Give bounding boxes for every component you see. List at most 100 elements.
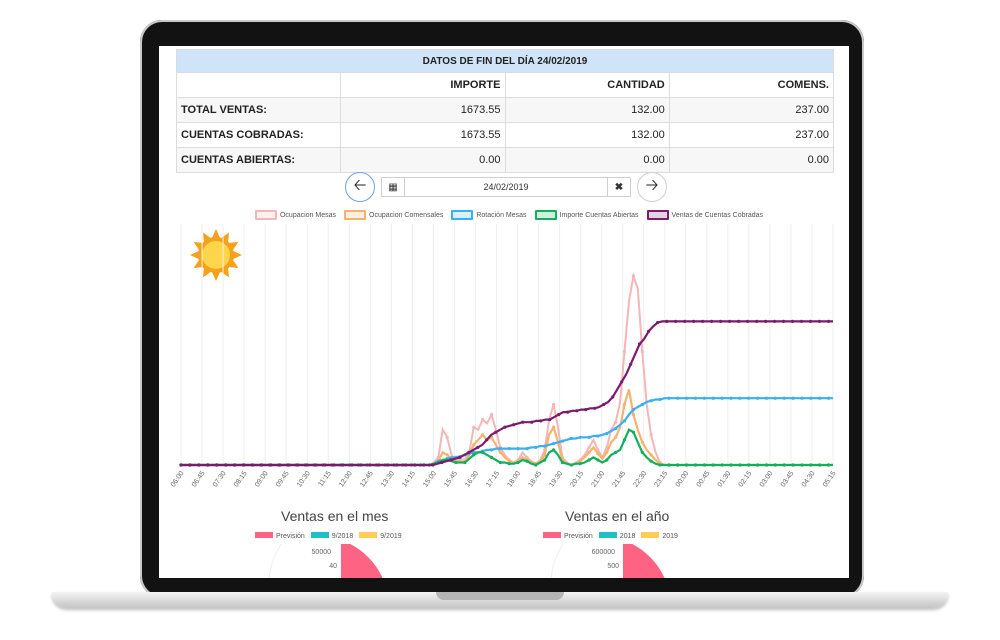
- series-point-1: [640, 440, 644, 444]
- series-point-2: [569, 436, 573, 441]
- legend-item: 9/2019: [359, 532, 402, 540]
- series-point-1: [631, 413, 635, 417]
- legend-item: 9/2018: [310, 532, 353, 540]
- series-point-4: [584, 408, 588, 412]
- x-tick-label: 16:30: [464, 470, 480, 488]
- series-point-4: [781, 319, 786, 323]
- series-line-4: [181, 320, 833, 467]
- x-tick-label: 19:30: [548, 470, 564, 488]
- series-point-2: [552, 442, 556, 446]
- series-point-3: [552, 448, 556, 452]
- series-point-4: [314, 463, 318, 467]
- mes-tick-top: 50000: [312, 549, 332, 556]
- series-point-2: [685, 396, 689, 400]
- series-point-4: [215, 463, 219, 467]
- series-point-3: [516, 460, 520, 465]
- series-point-4: [296, 463, 300, 467]
- series-point-4: [206, 463, 210, 467]
- series-point-2: [711, 396, 715, 400]
- series-point-1: [587, 450, 591, 454]
- mes-legend: Previsión 9/2018 9/2019: [255, 532, 402, 540]
- series-point-3: [640, 450, 644, 454]
- series-point-4: [611, 395, 615, 399]
- series-point-2: [534, 445, 538, 449]
- series-point-3: [463, 460, 467, 465]
- x-tick-label: 02:15: [738, 470, 754, 488]
- x-tick-label: 00:45: [696, 470, 712, 488]
- screen: DATOS DE FIN DEL DÍA 24/02/2019 IMPORTE …: [159, 46, 849, 578]
- series-point-1: [472, 443, 476, 447]
- series-point-3: [676, 463, 680, 467]
- series-point-1: [481, 433, 485, 437]
- series-point-3: [809, 463, 813, 467]
- anio-title: Ventas en el año: [565, 508, 670, 524]
- series-point-4: [386, 463, 390, 467]
- series-point-4: [512, 423, 516, 427]
- series-point-3: [658, 463, 662, 467]
- series-point-4: [808, 319, 813, 323]
- series-point-4: [269, 463, 273, 467]
- series-point-4: [692, 319, 696, 323]
- series-point-2: [693, 396, 698, 400]
- series-point-2: [614, 426, 618, 431]
- series-point-1: [649, 453, 653, 457]
- series-point-3: [756, 463, 760, 467]
- series-point-3: [596, 458, 600, 462]
- series-point-4: [746, 319, 750, 323]
- series-point-4: [197, 463, 201, 467]
- series-point-4: [728, 319, 732, 323]
- series-point-4: [431, 463, 435, 467]
- series-point-4: [674, 319, 678, 323]
- series-point-4: [656, 321, 660, 325]
- series-point-4: [242, 463, 246, 467]
- series-point-4: [413, 463, 417, 467]
- anio-gauge: 600000 500: [550, 544, 665, 578]
- series-point-2: [516, 447, 520, 451]
- series-point-4: [826, 319, 831, 323]
- series-point-2: [489, 448, 494, 452]
- series-point-4: [458, 455, 462, 459]
- series-point-3: [667, 463, 671, 467]
- series-point-2: [782, 396, 786, 400]
- series-point-4: [377, 463, 381, 467]
- series-point-0: [481, 418, 485, 422]
- laptop-notch: [436, 592, 564, 600]
- series-point-2: [605, 431, 609, 436]
- x-tick-label: 20:15: [569, 470, 585, 488]
- series-point-4: [790, 319, 795, 323]
- series-point-1: [614, 435, 618, 439]
- x-tick-label: 22:30: [633, 470, 649, 488]
- series-point-1: [596, 452, 600, 456]
- x-tick-label: 15:45: [443, 470, 459, 488]
- series-point-2: [507, 447, 511, 451]
- x-tick-label: 13:30: [380, 470, 396, 488]
- series-point-3: [507, 462, 511, 466]
- series-point-2: [667, 396, 671, 400]
- series-line-2: [181, 397, 833, 467]
- series-point-4: [620, 380, 624, 384]
- mes-gauge: 50000 40: [268, 544, 383, 578]
- series-point-2: [649, 399, 653, 403]
- x-tick-label: 10:30: [296, 470, 312, 488]
- x-tick-label: 11:15: [317, 470, 333, 488]
- x-tick-label: 14:15: [401, 470, 417, 488]
- x-tick-label: 21:00: [590, 470, 606, 488]
- series-point-2: [827, 396, 831, 400]
- series-point-3: [773, 463, 777, 467]
- anio-tick-second: 500: [607, 563, 619, 570]
- series-point-2: [702, 396, 707, 400]
- series-point-4: [395, 463, 399, 467]
- anio-tick-top: 600000: [592, 549, 615, 556]
- x-tick-label: 09:45: [275, 470, 291, 488]
- series-point-0: [472, 425, 476, 429]
- series-point-4: [503, 425, 507, 429]
- series-point-2: [809, 396, 813, 400]
- x-tick-label: 15:00: [422, 470, 438, 488]
- series-point-3: [560, 460, 564, 465]
- series-point-2: [747, 396, 751, 400]
- series-point-3: [587, 458, 591, 462]
- x-tick-label: 03:00: [759, 470, 775, 488]
- series-point-0: [649, 433, 653, 437]
- series-point-2: [543, 444, 547, 448]
- series-point-0: [552, 402, 556, 407]
